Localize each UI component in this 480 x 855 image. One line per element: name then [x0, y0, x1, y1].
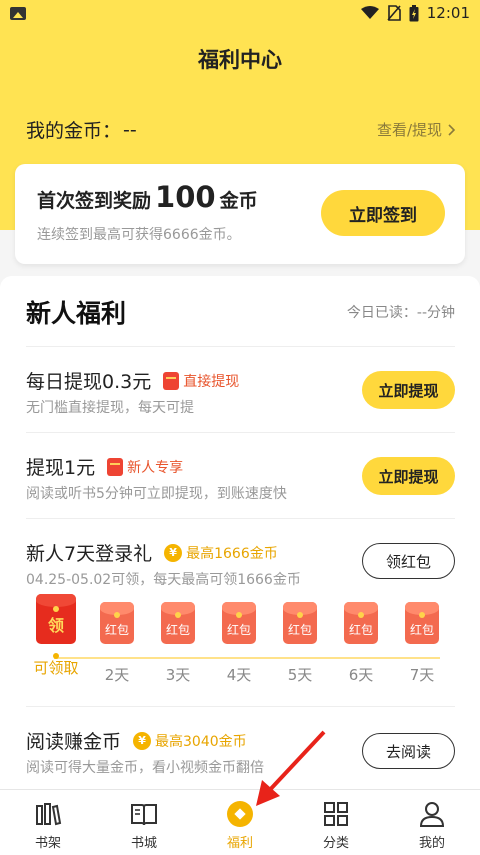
claim-red-packet-button[interactable]: 领红包 [362, 543, 455, 579]
login-day-2[interactable]: 红包 2天 [92, 592, 142, 685]
coin-icon: ¥ [164, 543, 183, 562]
task-title: 每日提现0.3元 [26, 371, 152, 393]
withdraw-button[interactable]: 立即提现 [362, 457, 455, 495]
red-envelope-icon: 红包 [100, 602, 134, 644]
checkin-card: 首次签到奖励 100 金币 连续签到最高可获得6666金币。 立即签到 [15, 164, 465, 264]
profile-icon [418, 800, 446, 828]
gallery-notification-icon [10, 6, 26, 20]
day-label: 3天 [165, 666, 191, 684]
login-day-3[interactable]: 红包 3天 [153, 592, 203, 685]
tab-label: 福利 [226, 836, 253, 851]
battery-icon [409, 4, 419, 21]
task-tag: 新人专享 [107, 457, 183, 477]
day-label: 4天 [226, 666, 252, 684]
task-subtitle: 阅读或听书5分钟可立即提现，到账速度快 [26, 486, 287, 502]
bottom-tab-bar: 书架 书城 福利 分类 我的 [0, 789, 480, 855]
task-read-earn: 阅读赚金币 ¥ 最高3040金币 阅读可得大量金币，看小视频金币翻倍 去阅读 [26, 706, 455, 790]
task-title: 新人7天登录礼 [26, 543, 153, 565]
coin-label: 我的金币： [26, 120, 122, 142]
withdraw-button[interactable]: 立即提现 [362, 371, 455, 409]
tab-profile[interactable]: 我的 [384, 790, 480, 855]
wifi-icon [360, 6, 379, 19]
task-tag-label: 最高1666金币 [186, 545, 278, 562]
today-read-time: 今日已读：--分钟 [346, 305, 455, 321]
red-envelope-icon: 红包 [161, 602, 195, 644]
checkin-title-suffix: 金币 [219, 190, 258, 212]
task-title-row: 每日提现0.3元 直接提现 [26, 367, 239, 394]
day-label: 可领取 [33, 659, 79, 677]
red-envelope-icon [107, 457, 124, 476]
my-coins-row: 我的金币： -- 查看/提现 [26, 116, 456, 143]
task-tag-label: 新人专享 [127, 459, 184, 476]
day-label: 5天 [287, 666, 313, 684]
coin-value: -- [123, 118, 137, 141]
red-envelope-icon: 红包 [222, 602, 256, 644]
chevron-right-icon [448, 123, 456, 136]
task-tag: ¥ 最高3040金币 [133, 731, 247, 751]
no-sim-icon [387, 5, 401, 21]
task-title-row: 阅读赚金币 ¥ 最高3040金币 [26, 727, 247, 754]
task-tag-label: 直接提现 [183, 373, 240, 390]
red-envelope-icon: 红包 [283, 602, 317, 644]
login-day-7[interactable]: 红包 7天 [397, 592, 447, 685]
red-envelope-icon [163, 371, 180, 390]
task-tag-label: 最高3040金币 [155, 733, 247, 750]
login-days-track: 领 可领取 红包 2天 红包 3天 红包 4天 红包 5天 红包 6天 红包 7… [26, 592, 456, 692]
red-envelope-icon: 红包 [405, 602, 439, 644]
checkin-button[interactable]: 立即签到 [321, 190, 445, 236]
tab-label: 分类 [322, 836, 349, 851]
book-icon [130, 800, 158, 828]
task-subtitle: 阅读可得大量金币，看小视频金币翻倍 [26, 760, 264, 776]
tab-label: 我的 [418, 836, 445, 851]
red-envelope-icon: 领 [36, 594, 76, 644]
login-day-1[interactable]: 领 可领取 [31, 592, 81, 678]
go-read-button[interactable]: 去阅读 [362, 733, 455, 769]
annotation-arrow-icon [256, 730, 326, 806]
tab-bookstore[interactable]: 书城 [96, 790, 192, 855]
status-time: 12:01 [426, 4, 470, 22]
checkin-subtitle: 连续签到最高可获得6666金币。 [37, 227, 241, 243]
day-label: 7天 [409, 666, 435, 684]
task-tag: ¥ 最高1666金币 [164, 543, 278, 563]
checkin-title: 首次签到奖励 100 金币 [37, 180, 258, 214]
task-subtitle: 04.25-05.02可领，每天最高可领1666金币 [26, 572, 301, 588]
checkin-amount: 100 [155, 180, 216, 214]
red-envelope-icon: 红包 [344, 602, 378, 644]
view-withdraw-label: 查看/提现 [376, 121, 442, 139]
bookshelf-icon [34, 800, 62, 828]
coin-icon: ¥ [133, 731, 152, 750]
task-title: 阅读赚金币 [26, 731, 122, 753]
login-day-6[interactable]: 红包 6天 [336, 592, 386, 685]
task-title-row: 新人7天登录礼 ¥ 最高1666金币 [26, 539, 278, 566]
page-title: 福利中心 [198, 48, 282, 72]
login-day-4[interactable]: 红包 4天 [214, 592, 264, 685]
login-day-5[interactable]: 红包 5天 [275, 592, 325, 685]
task-tag: 直接提现 [163, 371, 239, 391]
section-header: 新人福利 今日已读：--分钟 [26, 294, 455, 330]
tab-bookshelf[interactable]: 书架 [0, 790, 96, 855]
checkin-title-prefix: 首次签到奖励 [37, 190, 152, 212]
newbie-benefits-card: 新人福利 今日已读：--分钟 每日提现0.3元 直接提现 无门槛直接提现，每天可… [0, 276, 480, 790]
task-title-row: 提现1元 新人专享 [26, 453, 183, 480]
view-withdraw-link[interactable]: 查看/提现 [377, 119, 456, 140]
task-withdraw-1yuan: 提现1元 新人专享 阅读或听书5分钟可立即提现，到账速度快 立即提现 [26, 432, 455, 518]
status-bar: 12:01 [0, 0, 480, 26]
day-label: 6天 [348, 666, 374, 684]
tab-label: 书架 [34, 836, 61, 851]
task-daily-withdraw: 每日提现0.3元 直接提现 无门槛直接提现，每天可提 立即提现 [26, 346, 455, 432]
task-subtitle: 无门槛直接提现，每天可提 [26, 400, 194, 416]
task-title: 提现1元 [26, 457, 96, 479]
day-label: 2天 [104, 666, 130, 684]
section-title: 新人福利 [26, 299, 127, 328]
tab-label: 书城 [130, 836, 157, 851]
